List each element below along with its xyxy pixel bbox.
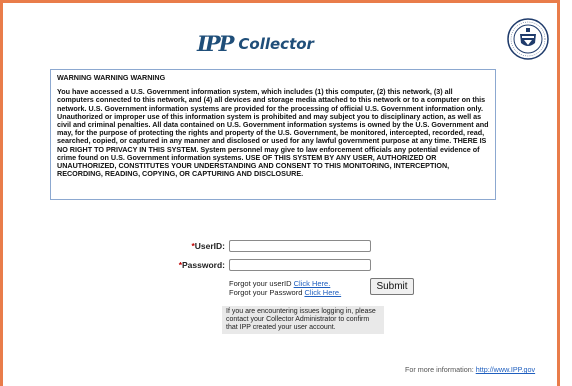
more-info-label: For more information: xyxy=(405,365,476,374)
warning-banner: WARNING WARNING WARNING You have accesse… xyxy=(50,69,496,200)
userid-label: *UserID: xyxy=(176,241,225,251)
treasury-seal-icon xyxy=(507,18,549,60)
ipp-logo-mark: IPP xyxy=(197,31,234,56)
forgot-userid-text: Forgot your userID xyxy=(229,279,294,288)
submit-button[interactable]: Submit xyxy=(370,278,414,295)
forgot-userid-row: Forgot your userID Click Here. xyxy=(229,279,330,288)
logo-title: Collector xyxy=(238,35,314,53)
forgot-userid-link[interactable]: Click Here. xyxy=(294,279,331,288)
password-label: *Password: xyxy=(170,260,225,270)
forgot-password-link[interactable]: Click Here. xyxy=(304,288,341,297)
forgot-password-text: Forgot your Password xyxy=(229,288,305,297)
warning-title: WARNING WARNING WARNING xyxy=(57,73,166,82)
ipp-gov-link[interactable]: http://www.IPP.gov xyxy=(476,365,535,374)
forgot-password-row: Forgot your Password Click Here. xyxy=(229,288,341,297)
password-input[interactable] xyxy=(229,259,371,271)
more-info: For more information: http://www.IPP.gov xyxy=(405,365,535,374)
warning-text: You have accessed a U.S. Government info… xyxy=(57,87,489,179)
login-issues-notice: If you are encountering issues logging i… xyxy=(222,306,384,334)
userid-label-text: UserID: xyxy=(194,241,225,251)
ipp-collector-logo: IPP Collector xyxy=(197,33,314,55)
password-label-text: Password: xyxy=(182,260,225,270)
userid-input[interactable] xyxy=(229,240,371,252)
